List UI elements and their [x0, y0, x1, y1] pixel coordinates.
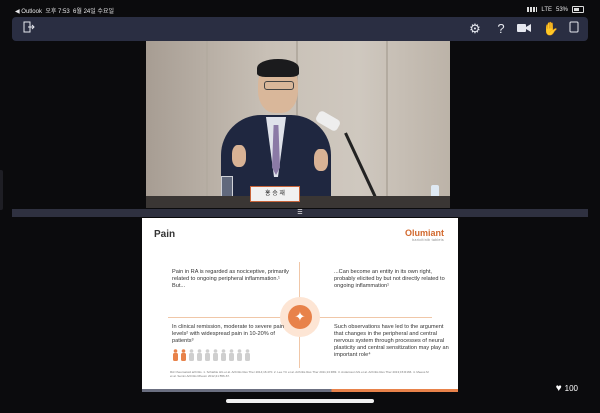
- slide-quadrant-top-right: ...Can become an entity in its own right…: [334, 269, 445, 289]
- speaker-hair: [257, 59, 299, 77]
- status-time: 오후 7:53: [45, 9, 70, 15]
- logo-subtitle: baricitinib tablets: [412, 238, 444, 242]
- person-icon: [188, 349, 195, 365]
- person-pain-icon: ✦: [288, 305, 312, 329]
- person-icon: [172, 349, 179, 365]
- slide-quadrant-top-left: Pain in RA is regarded as nociceptive, p…: [172, 269, 289, 289]
- slide-references: RA=rheumatoid arthritis. 1. Schaible HG …: [170, 370, 429, 378]
- microphone-stand: [344, 132, 377, 198]
- wall-panel-line: [386, 41, 388, 208]
- meeting-toolbar: ⚙ ? ✋: [12, 17, 588, 41]
- heart-icon[interactable]: ♥: [556, 383, 562, 394]
- help-icon[interactable]: ?: [492, 20, 510, 38]
- person-icon: [236, 349, 243, 365]
- presentation-slide: Pain Olumiant baricitinib tablets ✦ Pain…: [142, 218, 458, 392]
- status-date: 6월 24일 수요일: [73, 9, 114, 15]
- person-icon: [196, 349, 203, 365]
- home-indicator[interactable]: [226, 399, 374, 403]
- person-icon: [220, 349, 227, 365]
- slide-title: Pain: [154, 229, 176, 240]
- wall-panel-line: [206, 41, 208, 208]
- drag-handle-icon[interactable]: ☰: [294, 210, 306, 216]
- signal-icon: [527, 7, 538, 12]
- status-right: LTE 53%: [527, 6, 584, 13]
- person-icon: [180, 349, 187, 365]
- status-left: ◀ Outlook 오후 7:53 6월 24일 수요일: [15, 6, 114, 15]
- battery-percent: 53%: [555, 6, 568, 13]
- speaker-nameplate: 홍 승 재: [250, 186, 300, 202]
- side-panel-handle[interactable]: [0, 170, 3, 210]
- more-icon[interactable]: [565, 20, 583, 38]
- person-icon: [228, 349, 235, 365]
- person-icon: [244, 349, 251, 365]
- speaker-left-hand: [232, 145, 246, 167]
- network-type: LTE: [541, 6, 552, 13]
- gear-icon[interactable]: ⚙: [466, 20, 484, 38]
- logo-brand: Olumiant: [404, 228, 444, 238]
- slide-quadrant-bottom-left: In clinical remission, moderate to sever…: [172, 324, 284, 344]
- speaker-video[interactable]: 홍 승 재: [146, 41, 450, 208]
- slide-footer-bar: [142, 389, 458, 392]
- likes-counter[interactable]: ♥ 100: [556, 383, 578, 394]
- hand-icon[interactable]: ✋: [542, 20, 560, 38]
- person-icon: [212, 349, 219, 365]
- video-camera-icon[interactable]: [515, 20, 533, 38]
- slide-quadrant-bottom-right: Such observations have led to the argume…: [334, 324, 449, 358]
- likes-count: 100: [564, 384, 578, 393]
- speaker-right-hand: [314, 149, 328, 171]
- patient-pictogram: [172, 349, 251, 365]
- olumiant-logo: Olumiant baricitinib tablets: [405, 228, 444, 242]
- exit-icon[interactable]: [20, 20, 38, 38]
- battery-icon: [572, 6, 584, 13]
- speaker-glasses: [264, 81, 294, 90]
- back-to-app-link[interactable]: ◀ Outlook: [15, 9, 42, 15]
- person-icon: [204, 349, 211, 365]
- status-bar: ◀ Outlook 오후 7:53 6월 24일 수요일 LTE 53%: [0, 0, 600, 16]
